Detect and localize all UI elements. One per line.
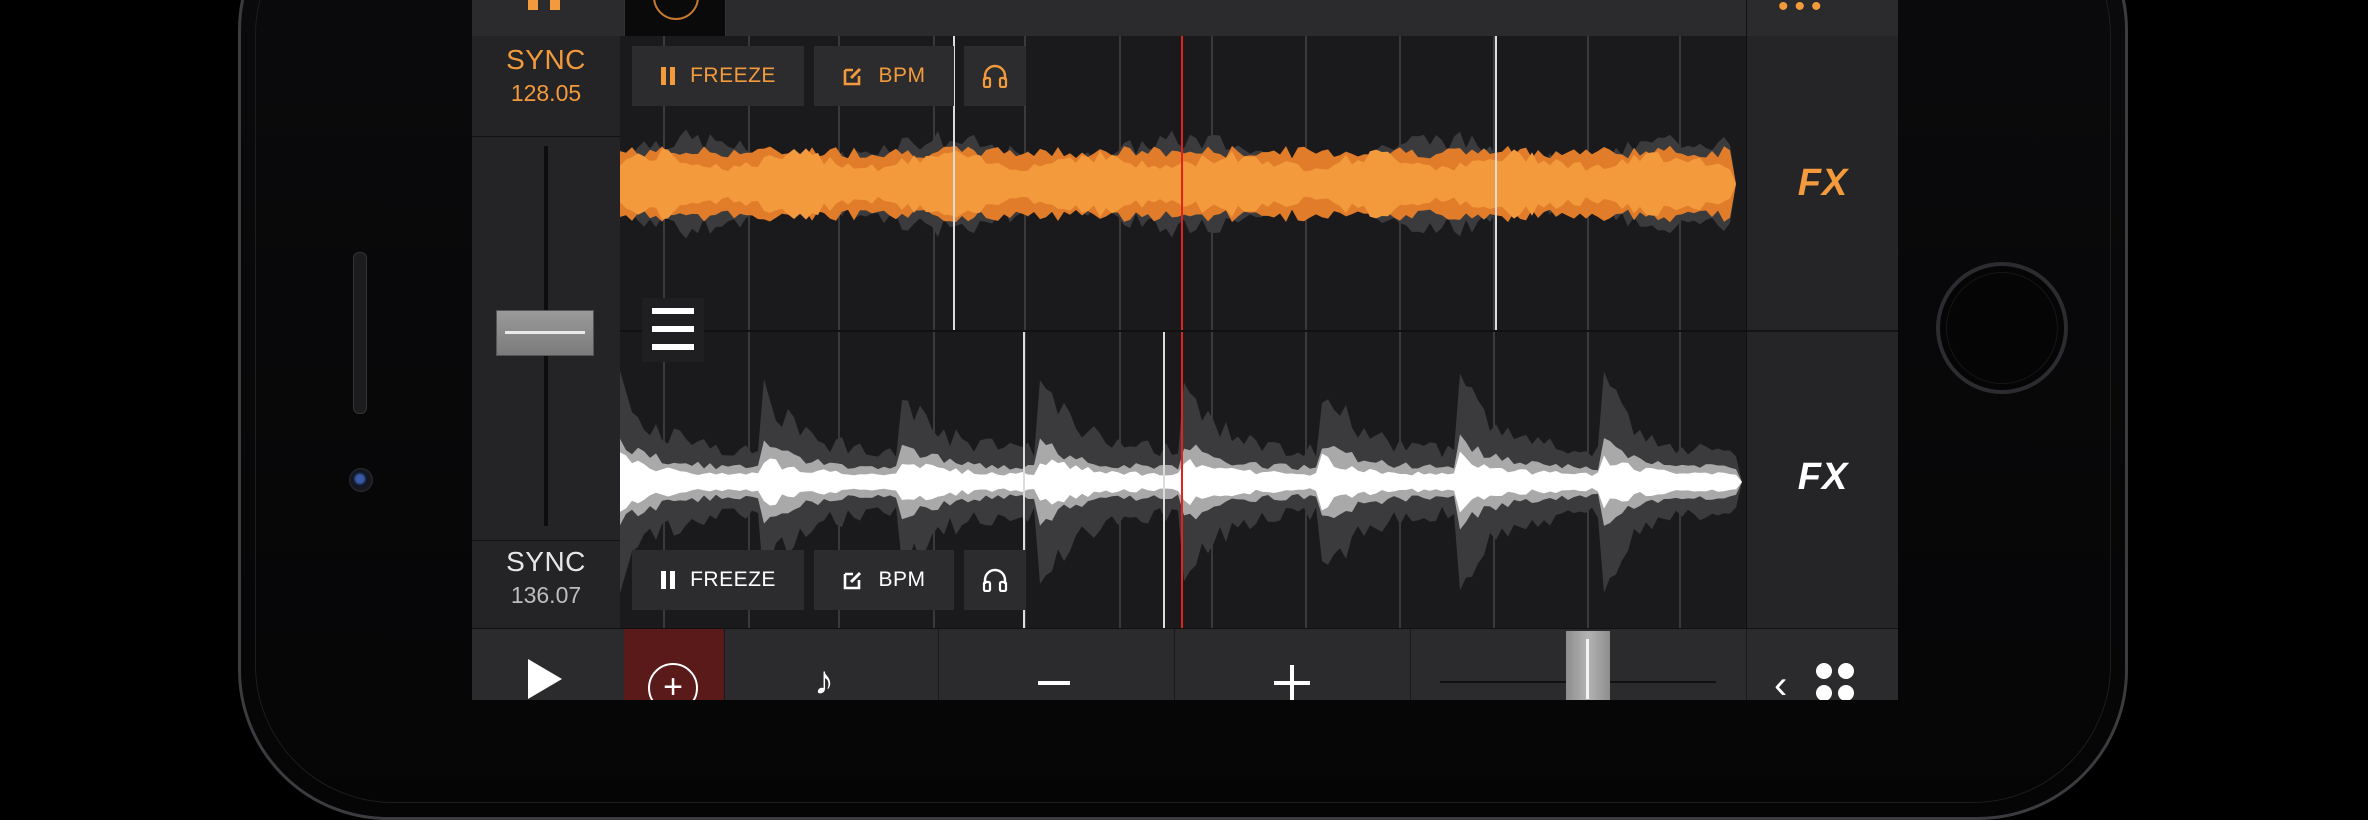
headphones-icon [982,64,1008,88]
deck-a-freeze-button[interactable]: FREEZE [632,46,804,106]
edit-icon [844,67,862,86]
chevron-grid-icon: ‹ [1774,659,1874,700]
deck-b-bpm-button[interactable]: BPM [814,550,954,610]
deck-b-freeze-label: FREEZE [690,568,776,591]
track-artwork-thumbnail[interactable] [624,0,726,36]
home-button[interactable] [1936,262,2068,394]
music-library-button[interactable]: ♪ [724,629,939,700]
left-control-column: SYNC 128.05 SYNC 136.07 [472,36,621,628]
deck-b-bpm-value: 136.07 [510,582,582,608]
deck-b-bpm-label: BPM [878,568,926,591]
add-circle-icon: + [648,663,698,700]
deck-a-bpm-value: 128.05 [510,80,582,106]
minus-icon [1038,681,1070,685]
pause-icon [660,571,676,589]
pause-bars-icon[interactable] [528,0,564,10]
music-note-icon: ♪ [814,659,834,700]
deck-a-toolbar: FREEZE BPM [632,46,1026,106]
deck-b-fx-button[interactable]: FX [1747,456,1898,499]
more-icon[interactable]: ••• [1778,0,1828,24]
deck-a-bpm-label: BPM [878,64,926,87]
plus-icon [1274,665,1310,700]
decrease-button[interactable] [938,629,1175,700]
dj-app-screen: ••• SYNC 128.05 SYNC 136.07 FREEZE BPM F… [472,0,1898,700]
headphones-icon [982,568,1008,592]
deck-b-sync-label: SYNC [506,546,586,577]
deck-a-headphones-button[interactable] [964,46,1026,106]
deck-a-fx-button[interactable]: FX [1747,162,1898,205]
fx-column: FX FX [1746,36,1898,628]
pitch-fader-handle[interactable] [496,310,594,356]
crossfader-handle[interactable] [1566,631,1610,700]
deck-a-sync-label: SYNC [506,44,586,75]
increase-button[interactable] [1174,629,1411,700]
extras-menu-button[interactable]: ‹ [1746,629,1898,700]
bottom-toolbar: + ♪ ‹ [472,628,1898,700]
deck-b-toolbar: FREEZE BPM [632,550,1026,610]
play-button[interactable] [472,629,625,700]
deck-b-headphones-button[interactable] [964,550,1026,610]
crossfader[interactable] [1410,629,1747,700]
deck-b-freeze-button[interactable]: FREEZE [632,550,804,610]
deck-b-sync-button[interactable]: SYNC 136.07 [472,546,620,609]
play-icon [528,659,562,699]
deck-a-freeze-label: FREEZE [690,64,776,87]
top-bar: ••• [472,0,1898,37]
add-track-button[interactable]: + [624,629,725,700]
front-camera [349,468,373,492]
deck-a-bpm-button[interactable]: BPM [814,46,954,106]
edit-icon [844,571,862,590]
hamburger-menu-icon[interactable] [642,298,704,362]
pause-icon [660,67,676,85]
phone-speaker-slot [353,252,367,414]
deck-a-sync-button[interactable]: SYNC 128.05 [472,44,620,107]
